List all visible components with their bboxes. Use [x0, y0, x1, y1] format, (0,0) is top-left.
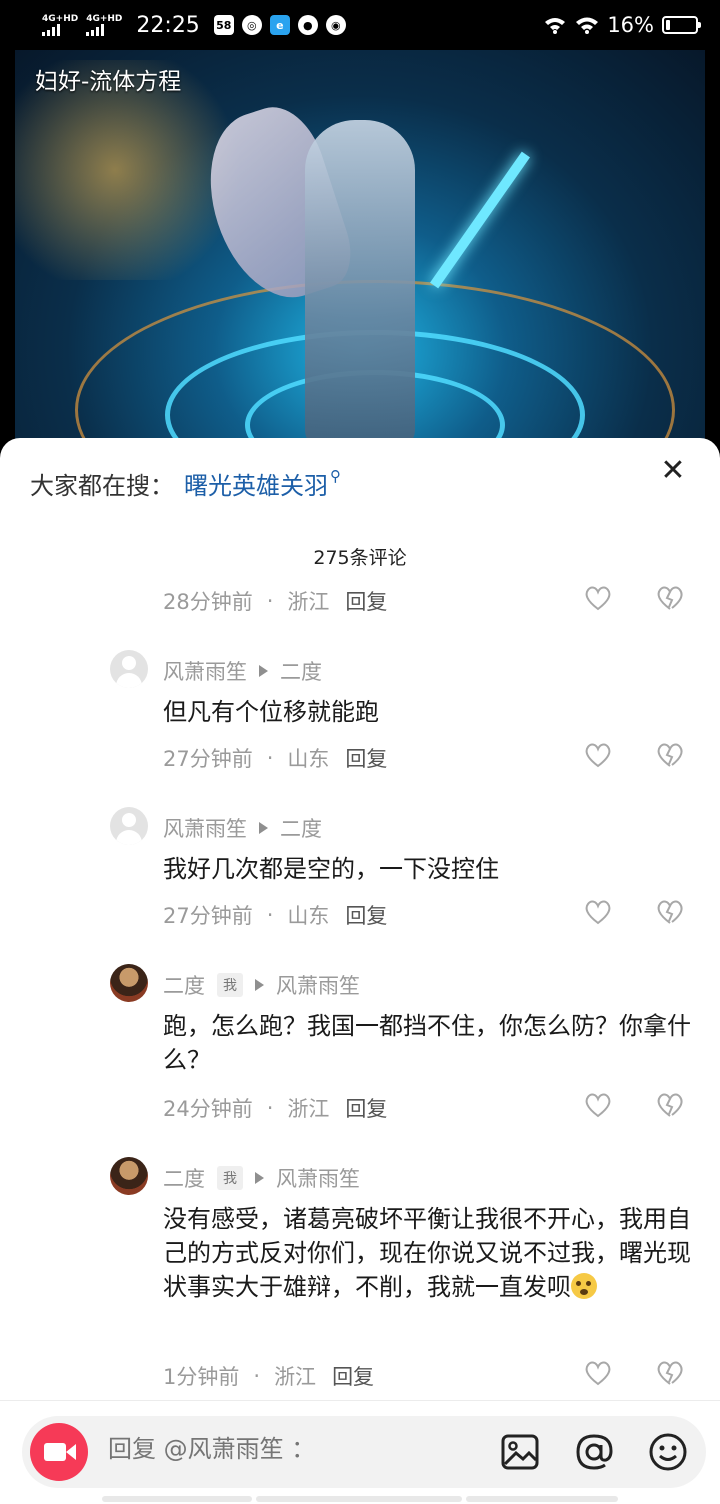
dislike-broken-heart-icon[interactable]: [656, 899, 684, 925]
reply-to-user[interactable]: 二度: [280, 813, 322, 843]
keyboard-bar-segment: [256, 1496, 462, 1502]
comment-time: 24分钟前: [163, 1097, 253, 1121]
video-player[interactable]: 妇好-流体方程: [15, 50, 705, 450]
dislike-broken-heart-icon[interactable]: [656, 585, 684, 611]
app-58-icon: 58: [213, 15, 234, 35]
separator-dot: ·: [266, 1096, 274, 1120]
search-icon: ⚲: [330, 466, 341, 485]
separator-dot: ·: [253, 1364, 261, 1388]
comment-meta: 1分钟前 · 浙江 回复: [163, 1361, 374, 1391]
separator-dot: ·: [266, 903, 274, 927]
comment-text: 没有感受，诸葛亮破坏平衡让我很不开心，我用自己的方式反对你们，现在你说又说不过我…: [163, 1202, 693, 1304]
reply-button[interactable]: 回复: [345, 586, 387, 616]
image-icon[interactable]: [500, 1432, 540, 1472]
comment-location: 浙江: [287, 590, 330, 614]
at-icon[interactable]: [574, 1432, 614, 1472]
comment-time: 1分钟前: [163, 1365, 240, 1389]
comment-author[interactable]: 风萧雨笙: [163, 813, 247, 843]
reply-arrow-icon: [255, 1172, 264, 1184]
comment-text: 跑，怎么跑？我国一都挡不住，你怎么防？你拿什么？: [163, 1012, 691, 1074]
comment-location: 浙江: [287, 1097, 330, 1121]
comment-count: 275条评论: [313, 547, 407, 569]
like-heart-icon[interactable]: [584, 899, 612, 925]
dislike-broken-heart-icon[interactable]: [656, 742, 684, 768]
comment-text: 但凡有个位移就能跑: [163, 698, 379, 726]
video-camera-icon[interactable]: [30, 1423, 88, 1481]
comment-meta: 27分钟前 · 山东 回复: [163, 743, 387, 773]
reply-to-user[interactable]: 二度: [280, 656, 322, 686]
avatar[interactable]: [110, 964, 148, 1002]
comment-author[interactable]: 二度: [163, 1163, 205, 1193]
comment-sheet: 大家都在搜： 曙光英雄关羽 ⚲ ✕ 275条评论 28分钟前 · 浙江 回复 风…: [0, 438, 720, 1504]
search-suggestion-link[interactable]: 曙光英雄关羽: [184, 466, 328, 501]
keyboard-bar-segment: [466, 1496, 618, 1502]
me-badge: 我: [217, 973, 243, 997]
video-title: 妇好-流体方程: [35, 69, 182, 95]
reply-to-user[interactable]: 风萧雨笙: [276, 1163, 360, 1193]
astonished-emoji-icon: [571, 1273, 597, 1299]
status-bar: 4G+HD 4G+HD 22:25 58 ◎ e ● ◉ 16%: [0, 0, 720, 50]
wifi-icon: [576, 17, 599, 34]
comment-meta: 27分钟前 · 山东 回复: [163, 900, 387, 930]
comment-header: 风萧雨笙 二度: [163, 656, 322, 686]
comment-text-body: 没有感受，诸葛亮破坏平衡让我很不开心，我用自己的方式反对你们，现在你说又说不过我…: [163, 1205, 691, 1301]
comment-header: 风萧雨笙 二度: [163, 813, 322, 843]
comment-header: 二度 我 风萧雨笙: [163, 1163, 360, 1193]
reply-to-user[interactable]: 风萧雨笙: [276, 970, 360, 1000]
trending-search: 大家都在搜： 曙光英雄关羽 ⚲: [30, 466, 341, 501]
signal-2: 4G+HD: [86, 14, 122, 36]
like-heart-icon[interactable]: [584, 1092, 612, 1118]
comment-location: 浙江: [274, 1365, 317, 1389]
like-heart-icon[interactable]: [584, 585, 612, 611]
comment-text: 我好几次都是空的，一下没控住: [163, 855, 499, 883]
reply-arrow-icon: [259, 822, 268, 834]
chat-notification-icon: ●: [297, 15, 318, 35]
comment-meta: 24分钟前 · 浙江 回复: [163, 1093, 387, 1123]
reply-button[interactable]: 回复: [345, 900, 387, 930]
comment-author[interactable]: 风萧雨笙: [163, 656, 247, 686]
battery-icon: [662, 16, 701, 34]
comment-time: 27分钟前: [163, 747, 253, 771]
app-notification-icon: ◎: [241, 15, 262, 35]
comment-meta: 28分钟前 · 浙江 回复: [163, 586, 387, 616]
signal-1: 4G+HD: [42, 14, 78, 36]
browser-notification-icon: e: [269, 15, 290, 35]
search-prefix: 大家都在搜：: [30, 472, 174, 500]
separator-dot: ·: [266, 589, 274, 613]
status-time: 22:25: [136, 12, 200, 38]
like-heart-icon[interactable]: [584, 1360, 612, 1386]
me-badge: 我: [217, 1166, 243, 1190]
divider: [0, 1400, 720, 1401]
avatar[interactable]: [110, 650, 148, 688]
comment-author[interactable]: 二度: [163, 970, 205, 1000]
reply-button[interactable]: 回复: [332, 1361, 374, 1391]
reply-arrow-icon: [255, 979, 264, 991]
comment-location: 山东: [287, 747, 330, 771]
reply-button[interactable]: 回复: [345, 1093, 387, 1123]
reply-arrow-icon: [259, 665, 268, 677]
comment-location: 山东: [287, 904, 330, 928]
like-heart-icon[interactable]: [584, 742, 612, 768]
comment-time: 27分钟前: [163, 904, 253, 928]
weibo-notification-icon: ◉: [325, 15, 346, 35]
emoji-icon[interactable]: [648, 1432, 688, 1472]
battery-percent: 16%: [607, 13, 654, 37]
reply-input[interactable]: [108, 1435, 488, 1463]
reply-composer: [22, 1416, 706, 1488]
dislike-broken-heart-icon[interactable]: [656, 1092, 684, 1118]
avatar[interactable]: [110, 1157, 148, 1195]
wifi-calling-icon: [545, 18, 566, 34]
reply-button[interactable]: 回复: [345, 743, 387, 773]
separator-dot: ·: [266, 746, 274, 770]
keyboard-bar-segment: [102, 1496, 252, 1502]
dislike-broken-heart-icon[interactable]: [656, 1360, 684, 1386]
comment-header: 二度 我 风萧雨笙: [163, 970, 360, 1000]
avatar[interactable]: [110, 807, 148, 845]
comment-time: 28分钟前: [163, 590, 253, 614]
close-icon[interactable]: ✕: [658, 456, 688, 486]
